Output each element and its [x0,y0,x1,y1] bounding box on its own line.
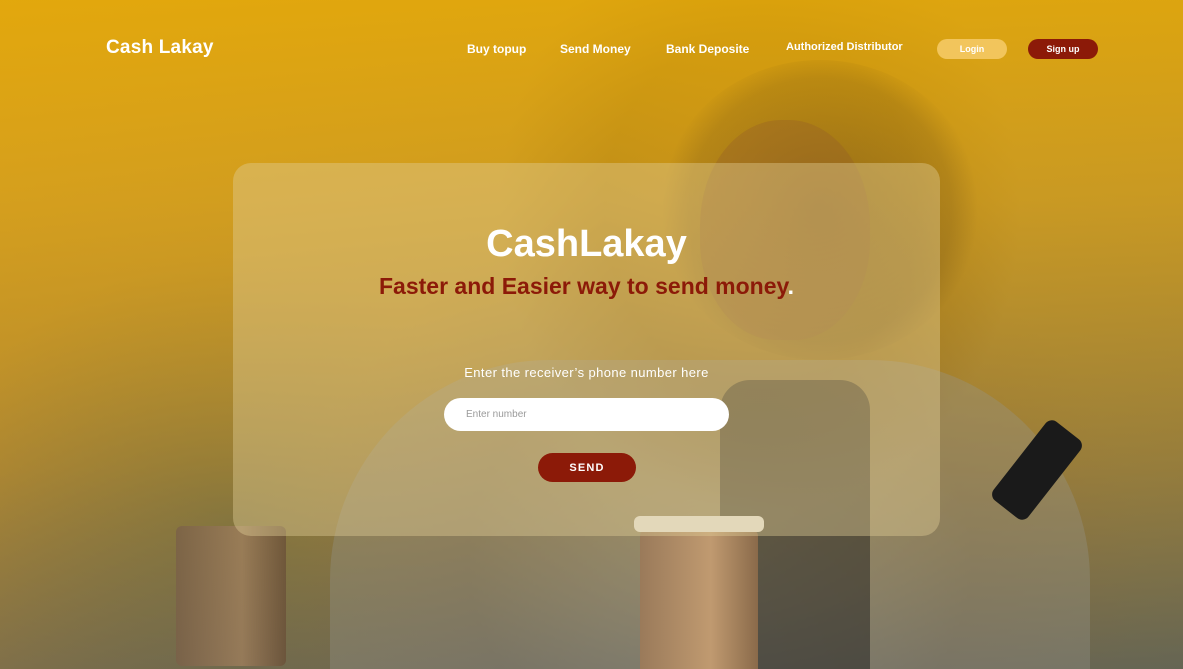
phone-number-input[interactable] [444,398,729,431]
hero-tagline-text: Faster and Easier way to send money [379,273,788,299]
background-coffee-cup-left [176,526,286,666]
site-logo[interactable]: Cash Lakay [106,37,214,59]
signup-button[interactable]: Sign up [1028,39,1098,59]
phone-field-label: Enter the receiver’s phone number here [464,365,709,380]
nav-link-buy-topup[interactable]: Buy topup [467,42,526,56]
hero-tagline: Faster and Easier way to send money. [233,273,940,300]
hero-title: CashLakay [486,223,687,265]
hero-tagline-dot: . [787,273,794,299]
send-money-card: CashLakay Faster and Easier way to send … [233,163,940,536]
top-navbar: Cash Lakay Buy topup Send Money Bank Dep… [0,0,1183,96]
background-coffee-cup [634,516,764,669]
nav-link-authorized-distributor[interactable]: Authorized Distributor [786,41,903,53]
send-button[interactable]: SEND [538,453,636,482]
login-button[interactable]: Login [937,39,1007,59]
nav-link-send-money[interactable]: Send Money [560,42,631,56]
nav-link-bank-deposite[interactable]: Bank Deposite [666,42,749,56]
